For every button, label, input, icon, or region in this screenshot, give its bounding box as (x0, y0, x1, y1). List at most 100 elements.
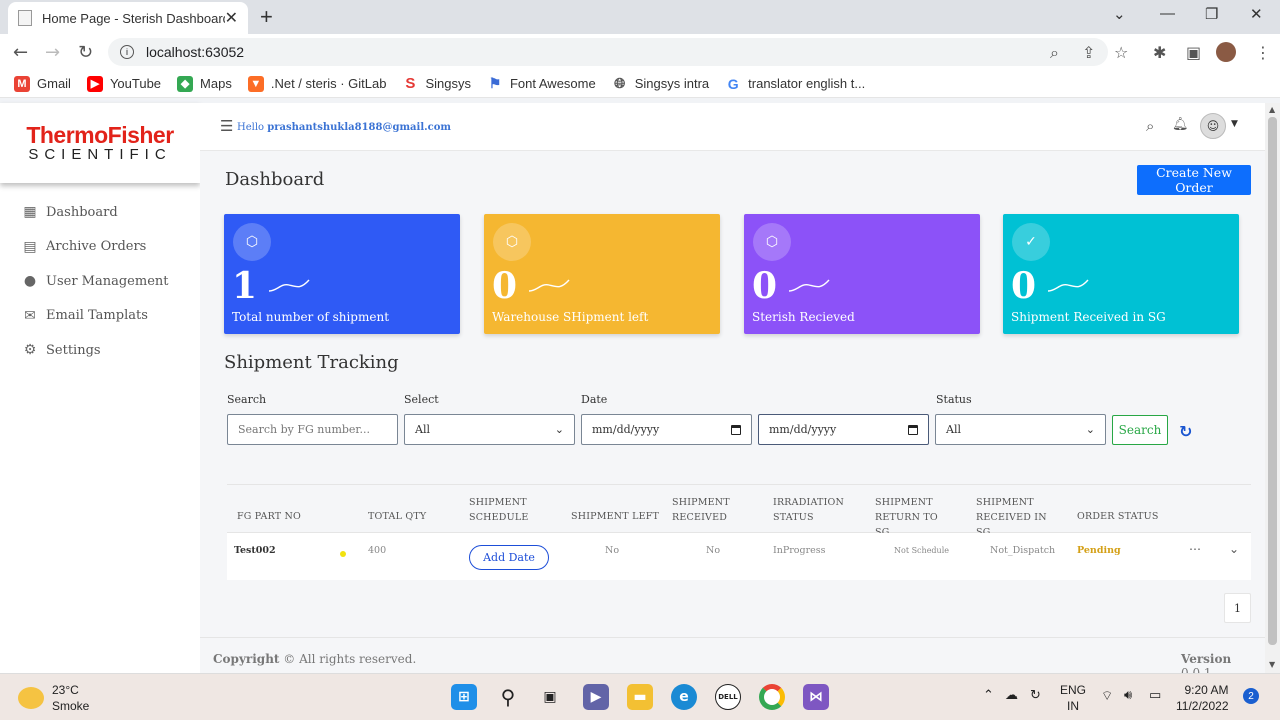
browser-menu-icon[interactable]: ⋮ (1255, 43, 1271, 62)
bookmark-singsys[interactable]: S Singsys (402, 75, 471, 92)
battery-icon[interactable]: ▭ (1149, 688, 1161, 703)
bookmark-singsys-intra[interactable]: 🌐︎ Singsys intra (612, 75, 710, 92)
caret-down-icon[interactable]: ▼ (1231, 119, 1238, 129)
onedrive-icon[interactable]: ☁ (1005, 688, 1018, 703)
add-date-button[interactable]: Add Date (469, 545, 549, 570)
search-label: Search (227, 393, 267, 406)
close-tab-icon[interactable]: ✕ (225, 8, 238, 28)
sidebar: ThermoFisher SCIENTIFIC ▦ Dashboard ▤ Arch… (0, 103, 200, 673)
stat-label: Total number of shipment (232, 310, 390, 324)
bookmark-gmail[interactable]: M Gmail (14, 75, 71, 92)
zoom-icon[interactable]: ⌕ (1050, 43, 1059, 63)
profile-avatar-icon[interactable] (1216, 42, 1236, 62)
tray-chevron-icon[interactable]: ⌃ (983, 688, 994, 703)
share-icon[interactable]: ⇪ (1082, 43, 1095, 62)
stat-card-warehouse-left[interactable]: ⬡ 0 Warehouse SHipment left (484, 214, 720, 334)
search-input[interactable]: Search by FG number... (227, 414, 398, 445)
dell-icon[interactable]: DELL (715, 684, 741, 710)
status-value: All (946, 423, 961, 436)
create-new-order-button[interactable]: Create New Order (1137, 165, 1251, 195)
tab-search-chevron-icon[interactable]: ⌄ (1113, 5, 1126, 23)
task-view-icon[interactable]: ▣ (537, 684, 563, 710)
select-label: Select (404, 393, 439, 406)
scrollbar-thumb[interactable] (1268, 117, 1277, 645)
pagination-page[interactable]: 1 (1224, 593, 1251, 623)
hamburger-menu-icon[interactable]: ☰ (220, 117, 233, 135)
version-label: Version (1181, 652, 1232, 666)
teams-icon[interactable]: ▶ (583, 684, 609, 710)
sidebar-item-dashboard[interactable]: ▦ Dashboard (0, 195, 200, 230)
bookmark-gitlab[interactable]: ▼ .Net / steris · GitLab (247, 75, 387, 92)
bookmark-label: .Net / steris · GitLab (270, 76, 387, 91)
close-window-icon[interactable]: ✕ (1250, 5, 1263, 23)
sidebar-item-archive-orders[interactable]: ▤ Archive Orders (0, 230, 200, 265)
footer: Copyright © All rights reserved. Version… (200, 637, 1265, 680)
column-header: FG PART NO (237, 511, 302, 522)
scroll-down-icon[interactable]: ▼ (1269, 660, 1275, 669)
greeting-hello: Hello (237, 122, 265, 133)
site-info-icon[interactable]: i (120, 45, 134, 59)
user-avatar[interactable]: ☺ (1200, 113, 1226, 139)
wifi-icon[interactable]: ⌔ (1101, 688, 1113, 704)
browser-tab[interactable]: Home Page - Sterish Dashboard ✕ (8, 2, 248, 34)
refresh-icon[interactable]: ↻ (1179, 422, 1192, 441)
new-tab-icon[interactable]: + (260, 4, 273, 30)
search-icon[interactable]: ⚲ (495, 684, 521, 710)
volume-icon[interactable]: 🔊︎ (1124, 688, 1132, 703)
windows-start-icon[interactable]: ⊞ (451, 684, 477, 710)
date-from-input[interactable]: mm/dd/yyyy (581, 414, 752, 445)
notification-badge[interactable]: 2 (1243, 688, 1259, 704)
url-text: localhost:63052 (146, 44, 245, 60)
scroll-up-icon[interactable]: ▲ (1269, 105, 1275, 114)
edge-icon[interactable]: e (671, 684, 697, 710)
sidebar-item-email-templates[interactable]: ✉ Email Tamplats (0, 299, 200, 334)
bookmark-font-awesome[interactable]: ⚑ Font Awesome (487, 75, 596, 92)
reload-icon[interactable]: ↻ (78, 42, 93, 63)
thermo-fisher-logo[interactable]: ThermoFisher SCIENTIFIC (0, 103, 200, 183)
fg-part-no[interactable]: Test002 (234, 545, 276, 556)
file-explorer-icon[interactable]: ▬ (627, 684, 653, 710)
sync-icon[interactable]: ↻ (1030, 688, 1041, 703)
calendar-icon[interactable] (731, 424, 741, 435)
clock[interactable]: 9:20 AM 11/2/2022 (1176, 682, 1229, 714)
search-button[interactable]: Search (1112, 415, 1168, 445)
more-options-icon[interactable]: ⋯ (1189, 542, 1201, 556)
date-label: Date (581, 393, 608, 406)
bookmark-translator[interactable]: Gtranslator english t... (725, 76, 866, 92)
sidebar-item-user-management[interactable]: ● User Management (0, 264, 200, 299)
weather-widget[interactable]: 23°C Smoke (18, 682, 89, 714)
bell-icon[interactable]: 🔔︎ (1172, 117, 1189, 132)
minimize-icon[interactable]: — (1160, 5, 1175, 22)
calendar-icon[interactable] (908, 424, 918, 435)
stat-card-received-in-sg[interactable]: ✓ 0 Shipment Received in SG (1003, 214, 1239, 334)
back-icon[interactable]: ← (13, 42, 28, 63)
bookmark-youtube[interactable]: ▶ YouTube (86, 75, 161, 92)
bookmark-star-icon[interactable]: ☆ (1114, 43, 1128, 62)
mail-icon: ✉ (24, 307, 36, 324)
date-to-input[interactable]: mm/dd/yyyy (758, 414, 929, 445)
copyright-text: © All rights reserved. (283, 652, 417, 666)
weather-temp: 23°C (52, 683, 79, 697)
column-header: SHIPMENT SCHEDULE (469, 497, 529, 523)
stat-card-sterish-received[interactable]: ⬡ 0 Sterish Recieved (744, 214, 980, 334)
chrome-icon[interactable] (759, 684, 785, 710)
side-panel-icon[interactable]: ▣ (1186, 43, 1201, 62)
table-row[interactable]: Test002 400 Add Date No No InProgress No… (227, 533, 1251, 580)
expand-chevron-icon[interactable]: ⌄ (1229, 542, 1239, 556)
restore-icon[interactable]: ❐ (1205, 5, 1218, 23)
status-dropdown[interactable]: All ⌄ (935, 414, 1106, 445)
visual-studio-icon[interactable]: ⋈ (803, 684, 829, 710)
select-dropdown[interactable]: All ⌄ (404, 414, 575, 445)
address-bar[interactable]: i localhost:63052 (108, 38, 1108, 66)
forward-icon[interactable]: → (45, 42, 60, 63)
column-header: SHIPMENT RECEIVED (672, 497, 730, 523)
search-icon[interactable]: ⌕ (1146, 117, 1154, 135)
bookmark-maps[interactable]: ◆ Maps (177, 75, 232, 92)
extensions-icon[interactable]: ✱ (1153, 43, 1166, 62)
column-header: TOTAL QTY (368, 511, 427, 522)
sidebar-item-settings[interactable]: ⚙ Settings (0, 333, 200, 368)
language-indicator[interactable]: ENG IN (1060, 682, 1086, 714)
page-scrollbar[interactable]: ▲ ▼ (1265, 103, 1280, 673)
stat-card-total-shipment[interactable]: ⬡ 1 Total number of shipment (224, 214, 460, 334)
bookmark-label: Singsys intra (634, 76, 710, 91)
